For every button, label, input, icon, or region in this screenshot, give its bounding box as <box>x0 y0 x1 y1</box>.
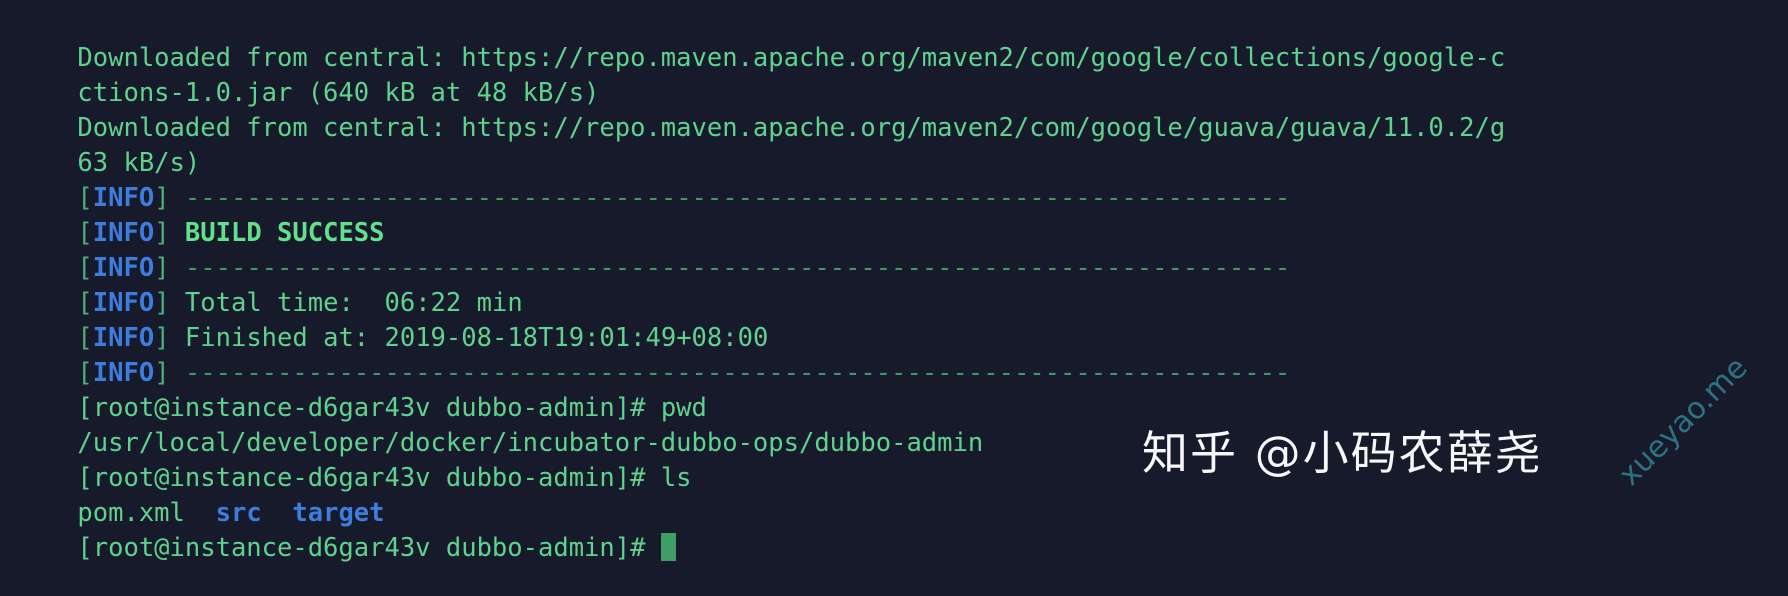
ls-entry-pom-xml: pom.xml <box>77 498 185 528</box>
info-label: INFO <box>92 253 155 283</box>
info-bracket-close: ] <box>154 288 170 318</box>
command-pwd: pwd <box>660 393 707 423</box>
download-message-1-continuation: ctions-1.0.jar (640 kB at 48 kB/s) <box>77 78 600 108</box>
shell-prompt: [root@instance-d6gar43v dubbo-admin]# <box>77 533 646 563</box>
build-status-text: BUILD SUCCESS <box>184 218 385 248</box>
info-bracket-open: [ <box>77 358 93 388</box>
info-label: INFO <box>92 288 155 318</box>
info-bracket-open: [ <box>77 253 93 283</box>
info-bracket-close: ] <box>154 218 170 248</box>
total-time-text: Total time: 06:22 min <box>184 288 523 318</box>
info-bracket-open: [ <box>77 288 93 318</box>
info-bracket-open: [ <box>77 323 93 353</box>
info-bracket-open: [ <box>77 218 93 248</box>
info-bracket-close: ] <box>154 323 170 353</box>
terminal-line-download-1: Downloaded from central: https://repo.ma… <box>16 6 1788 73</box>
shell-prompt: [root@instance-d6gar43v dubbo-admin]# <box>77 463 646 493</box>
download-message-2: Downloaded from central: https://repo.ma… <box>77 113 1506 143</box>
terminal-line-info-separator-top: [INFO] ---------------------------------… <box>16 146 1788 213</box>
working-directory-path: /usr/local/developer/docker/incubator-du… <box>77 428 984 458</box>
separator-line: ----------------------------------------… <box>184 358 1291 388</box>
download-message-2-continuation: 63 kB/s) <box>77 148 201 178</box>
separator-line: ----------------------------------------… <box>184 183 1291 213</box>
separator-line: ----------------------------------------… <box>184 253 1291 283</box>
download-message-1: Downloaded from central: https://repo.ma… <box>77 43 1506 73</box>
info-label: INFO <box>92 358 155 388</box>
info-bracket-close: ] <box>154 183 170 213</box>
command-ls: ls <box>660 463 692 493</box>
finished-at-text: Finished at: 2019-08-18T19:01:49+08:00 <box>184 323 769 353</box>
info-label: INFO <box>92 218 155 248</box>
ls-entry-src: src <box>215 498 262 528</box>
info-bracket-close: ] <box>154 358 170 388</box>
terminal-window[interactable]: Downloaded from central: https://repo.ma… <box>0 0 1788 596</box>
ls-entry-target: target <box>292 498 385 528</box>
text-cursor <box>660 533 676 561</box>
info-label: INFO <box>92 183 155 213</box>
info-bracket-close: ] <box>154 253 170 283</box>
info-bracket-open: [ <box>77 183 93 213</box>
info-label: INFO <box>92 323 155 353</box>
shell-prompt: [root@instance-d6gar43v dubbo-admin]# <box>77 393 646 423</box>
